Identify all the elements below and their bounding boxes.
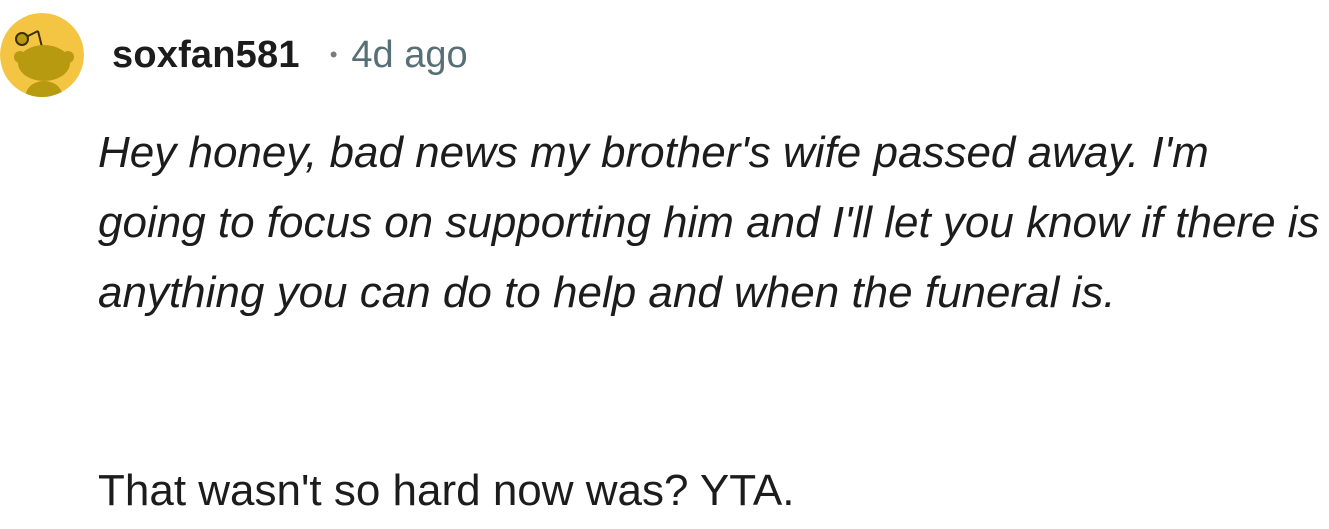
comment: soxfan581 • 4d ago Hey honey, bad news m… <box>0 0 1329 529</box>
comment-timestamp[interactable]: 4d ago <box>351 36 467 74</box>
reply-text: That wasn't so hard now was? YTA. <box>98 466 795 515</box>
meta-separator: • <box>329 42 338 67</box>
comment-header: soxfan581 • 4d ago <box>0 12 468 98</box>
username-link[interactable]: soxfan581 <box>112 36 300 74</box>
user-avatar[interactable] <box>0 13 84 97</box>
quoted-text: Hey honey, bad news my brother's wife pa… <box>98 128 1320 317</box>
comment-body: Hey honey, bad news my brother's wife pa… <box>98 118 1320 515</box>
snoo-avatar-icon <box>0 13 84 97</box>
